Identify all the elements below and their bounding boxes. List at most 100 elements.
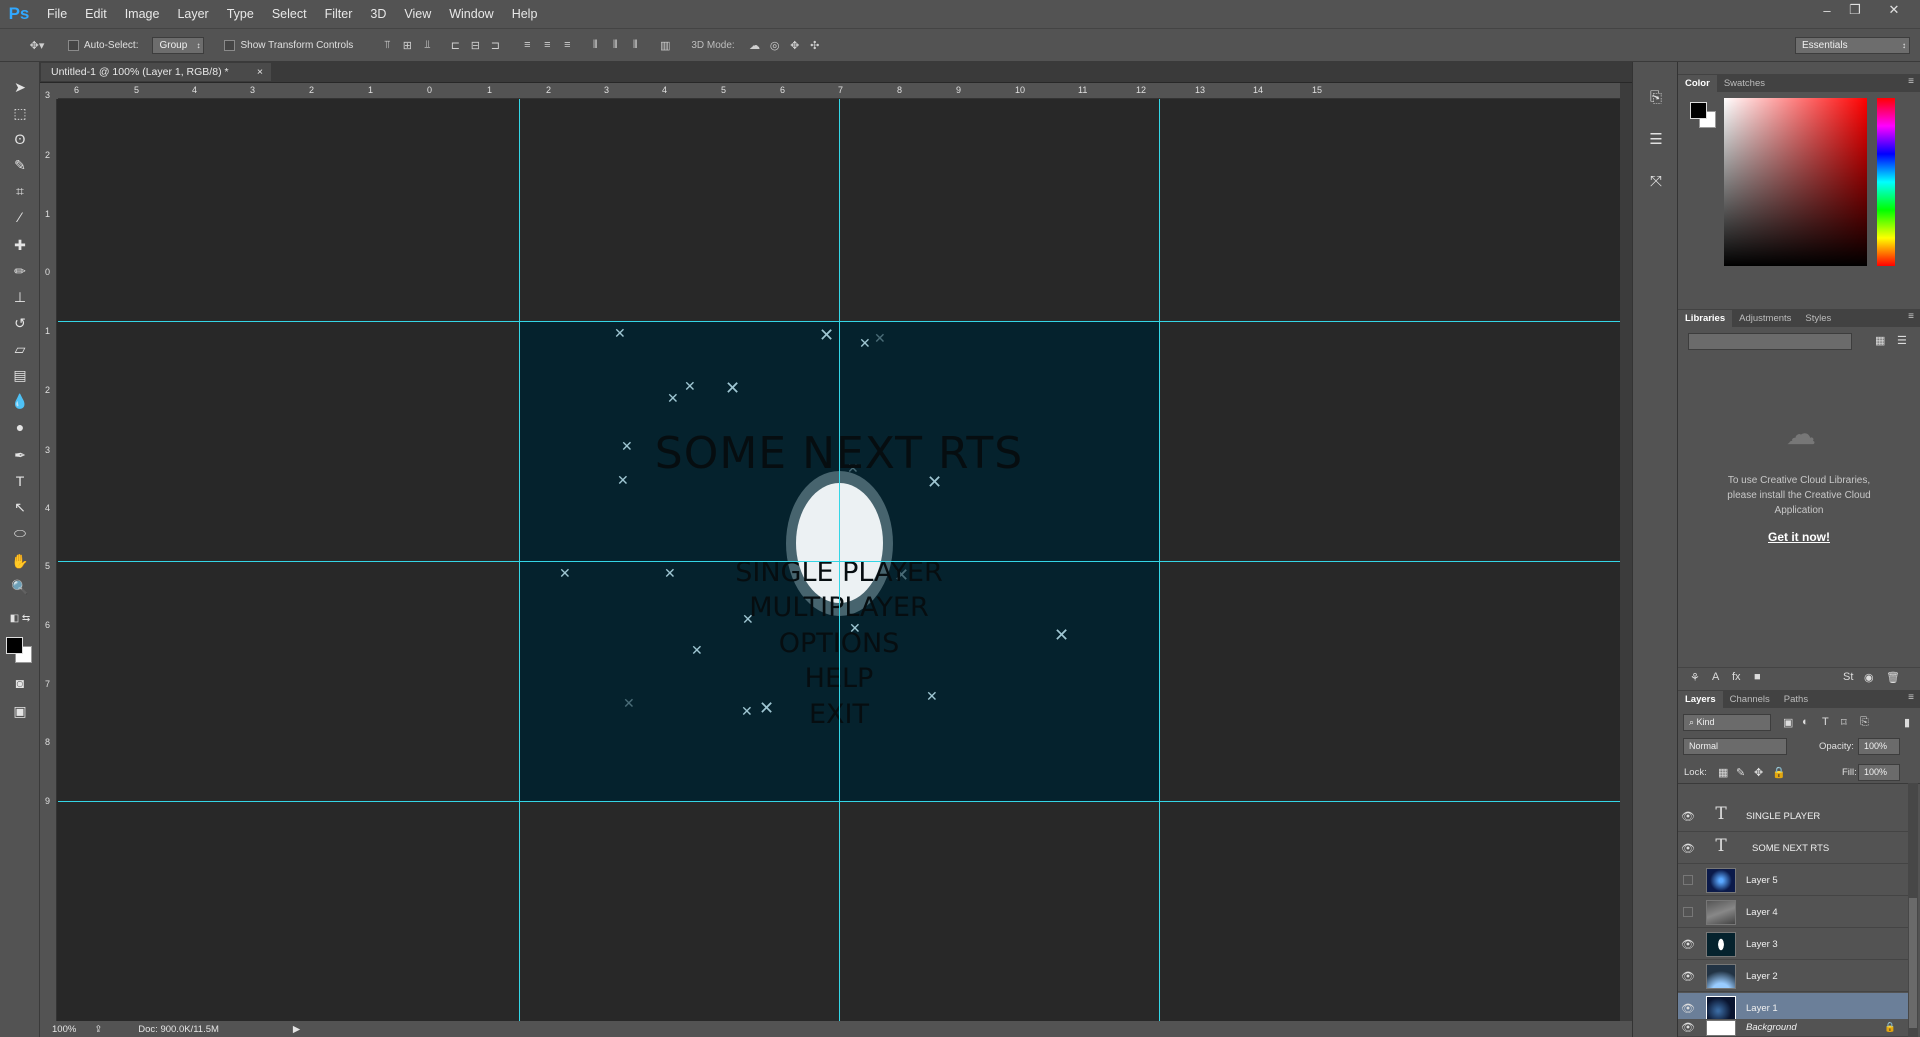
- brush-tool-icon[interactable]: ✏: [6, 260, 34, 282]
- layer-row-layer-3[interactable]: 👁 Layer 3: [1678, 929, 1908, 960]
- quick-mask-icon[interactable]: ◙: [6, 672, 34, 694]
- color-picker-field[interactable]: [1724, 98, 1867, 266]
- lock-all-icon[interactable]: 🔒: [1772, 766, 1786, 779]
- crop-tool-icon[interactable]: ⌗: [6, 180, 34, 202]
- blur-tool-icon[interactable]: 💧: [6, 390, 34, 412]
- screen-mode-icon[interactable]: ▣: [6, 700, 34, 722]
- align-bottom-icon[interactable]: ⫫: [417, 35, 437, 55]
- menu-view[interactable]: View: [395, 0, 440, 28]
- gradient-tool-icon[interactable]: ▤: [6, 364, 34, 386]
- document-tab[interactable]: Untitled-1 @ 100% (Layer 1, RGB/8) * ×: [40, 62, 272, 82]
- tab-styles[interactable]: Styles: [1798, 310, 1838, 327]
- menu-window[interactable]: Window: [440, 0, 502, 28]
- layer-row-background[interactable]: 👁 Background 🔒: [1678, 1019, 1908, 1037]
- visibility-eye-icon[interactable]: 👁: [1678, 1021, 1698, 1034]
- align-vcenter-icon[interactable]: ⊞: [397, 35, 417, 55]
- sync-icon[interactable]: ◉: [1864, 671, 1874, 684]
- align-right-icon[interactable]: ⊐: [485, 35, 505, 55]
- vertical-ruler[interactable]: 3 2 1 0 1 2 3 4 5 6 7 8 9: [40, 90, 57, 1021]
- adjustments-panel-icon[interactable]: ⤧: [1641, 166, 1671, 196]
- tab-swatches[interactable]: Swatches: [1717, 75, 1772, 92]
- auto-align-icon[interactable]: ▥: [655, 35, 675, 55]
- visibility-eye-icon[interactable]: 👁: [1678, 938, 1698, 951]
- menu-layer[interactable]: Layer: [168, 0, 217, 28]
- ellipse-tool-icon[interactable]: ⬭: [6, 522, 34, 544]
- grid-view-icon[interactable]: ▦: [1875, 334, 1885, 347]
- close-document-icon[interactable]: ×: [257, 63, 263, 81]
- 3d-pan-icon[interactable]: ✥: [785, 35, 805, 55]
- pen-tool-icon[interactable]: ✒: [6, 444, 34, 466]
- blend-mode-select[interactable]: Normal: [1683, 738, 1787, 755]
- clone-stamp-tool-icon[interactable]: ⊥: [6, 286, 34, 308]
- add-layer-style-icon[interactable]: fx: [1732, 671, 1741, 683]
- share-icon[interactable]: ⇪: [94, 1024, 102, 1035]
- fill-input[interactable]: 100%: [1858, 764, 1900, 781]
- 3d-roll-icon[interactable]: ◎: [765, 35, 785, 55]
- menu-help[interactable]: Help: [503, 0, 547, 28]
- tab-channels[interactable]: Channels: [1723, 691, 1777, 708]
- auto-select-dropdown[interactable]: Group: [152, 36, 205, 54]
- filter-shape-icon[interactable]: ⌑: [1841, 716, 1847, 729]
- lasso-tool-icon[interactable]: ʘ: [6, 128, 34, 150]
- dodge-tool-icon[interactable]: ●: [6, 416, 34, 438]
- library-select[interactable]: [1688, 333, 1852, 350]
- layer-filter-kind-select[interactable]: ⌕ Kind: [1683, 714, 1771, 731]
- align-hcenter-icon[interactable]: ⊟: [465, 35, 485, 55]
- visibility-eye-icon[interactable]: 👁: [1678, 810, 1698, 823]
- canvas-area[interactable]: ✕ ✕ ✕ ✕ ✕ ✕ ✕ ✕ ✕ ✕ ✕ ✕ ✕ ✕ ✕ ✕ ✕ ✕ ✕ ✕ ✕ ✕ SOME NEXT RTS SIN…: [58, 99, 1620, 1021]
- visibility-toggle-off[interactable]: [1683, 907, 1693, 917]
- visibility-toggle-off[interactable]: [1683, 875, 1693, 885]
- menu-edit[interactable]: Edit: [76, 0, 116, 28]
- menu-type[interactable]: Type: [218, 0, 263, 28]
- zoom-level[interactable]: 100%: [52, 1024, 76, 1035]
- layer-row-layer-1[interactable]: 👁 Layer 1: [1678, 993, 1908, 1019]
- properties-panel-icon[interactable]: ☰: [1641, 124, 1671, 154]
- move-tool-icon[interactable]: ➤: [6, 76, 34, 98]
- tab-layers[interactable]: Layers: [1678, 691, 1723, 708]
- auto-select-checkbox[interactable]: Auto-Select:: [68, 39, 138, 51]
- visibility-eye-icon[interactable]: 👁: [1678, 1002, 1698, 1015]
- align-left-icon[interactable]: ⊏: [445, 35, 465, 55]
- marquee-tool-icon[interactable]: ⬚: [6, 102, 34, 124]
- menu-3d[interactable]: 3D: [361, 0, 395, 28]
- stock-icon[interactable]: St: [1843, 671, 1853, 683]
- guide-vertical[interactable]: [519, 99, 520, 1021]
- layers-scrollbar[interactable]: [1908, 783, 1918, 1037]
- tab-paths[interactable]: Paths: [1777, 691, 1815, 708]
- 3d-slide-icon[interactable]: ✣: [805, 35, 825, 55]
- eyedropper-tool-icon[interactable]: ⁄: [6, 206, 34, 228]
- menu-select[interactable]: Select: [263, 0, 316, 28]
- filter-adjustment-icon[interactable]: ◐: [1802, 716, 1809, 728]
- layer-row-some-next-rts[interactable]: 👁 T SOME NEXT RTS: [1678, 833, 1908, 864]
- panel-menu-icon[interactable]: ≡: [1908, 692, 1914, 703]
- menu-file[interactable]: File: [38, 0, 76, 28]
- align-top-icon[interactable]: ⫪: [377, 35, 397, 55]
- add-character-style-icon[interactable]: A: [1712, 671, 1719, 683]
- restore-button[interactable]: ❐: [1841, 0, 1869, 20]
- tab-libraries[interactable]: Libraries: [1678, 310, 1733, 327]
- distribute-top-icon[interactable]: ≡: [517, 35, 537, 55]
- layer-row-layer-5[interactable]: Layer 5: [1678, 865, 1908, 896]
- foreground-color-swatch[interactable]: [6, 637, 23, 654]
- distribute-left-icon[interactable]: ⦀: [585, 35, 605, 55]
- lock-transparency-icon[interactable]: ▦: [1718, 766, 1728, 779]
- distribute-bottom-icon[interactable]: ≡: [557, 35, 577, 55]
- lock-position-icon[interactable]: ✥: [1754, 766, 1763, 779]
- status-menu-arrow-icon[interactable]: ▶: [293, 1024, 300, 1035]
- visibility-eye-icon[interactable]: 👁: [1678, 842, 1698, 855]
- menu-image[interactable]: Image: [116, 0, 169, 28]
- show-transform-checkbox[interactable]: Show Transform Controls: [224, 39, 353, 51]
- guide-vertical[interactable]: [839, 99, 840, 1021]
- layer-row-layer-4[interactable]: Layer 4: [1678, 897, 1908, 928]
- filter-smart-object-icon[interactable]: ⎘: [1860, 716, 1869, 729]
- default-colors-icon[interactable]: ◧ ⇆: [6, 607, 34, 629]
- guide-horizontal[interactable]: [58, 321, 1620, 322]
- zoom-tool-icon[interactable]: 🔍: [6, 576, 34, 598]
- workspace-dropdown[interactable]: Essentials: [1795, 37, 1910, 54]
- get-it-now-link[interactable]: Get it now!: [1678, 530, 1920, 544]
- history-panel-icon[interactable]: ⎘: [1641, 82, 1671, 112]
- lock-pixels-icon[interactable]: ✎: [1736, 766, 1745, 779]
- distribute-vcenter-icon[interactable]: ≡: [537, 35, 557, 55]
- tab-color[interactable]: Color: [1678, 75, 1717, 92]
- panel-foreground-swatch[interactable]: [1690, 102, 1707, 119]
